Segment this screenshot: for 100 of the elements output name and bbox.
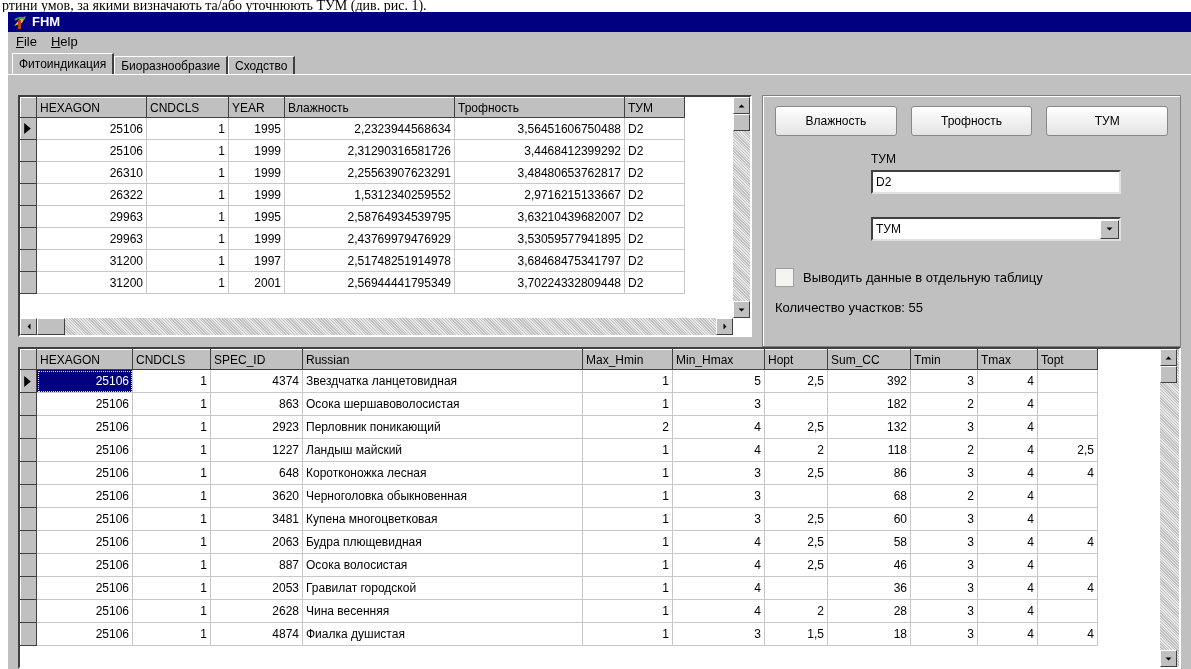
column-header[interactable]: Tmax — [977, 349, 1038, 370]
input-field[interactable]: D2 — [871, 170, 1121, 194]
column-header[interactable]: SPEC_ID — [210, 349, 303, 370]
table-cell: Чина весенняя — [302, 599, 583, 623]
row-indicator[interactable] — [20, 183, 37, 206]
scroll-left-button[interactable] — [20, 318, 37, 335]
checkbox[interactable] — [775, 268, 794, 288]
table-cell: 3,63210439682007 — [454, 205, 625, 228]
vertical-scrollbar[interactable] — [733, 97, 750, 318]
checkbox-label: Выводить данные в отдельную таблицу — [803, 269, 1043, 287]
column-header[interactable]: HEXAGON — [36, 97, 147, 118]
table-cell: 3,48480653762817 — [454, 161, 625, 184]
column-header[interactable]: Влажность — [284, 97, 455, 118]
action-button[interactable]: ТУМ — [1046, 106, 1168, 136]
row-indicator[interactable] — [20, 576, 37, 600]
row-indicator[interactable] — [20, 622, 37, 646]
scroll-thumb[interactable] — [37, 318, 65, 335]
table-cell: Ландыш майский — [302, 438, 583, 462]
scroll-down-button[interactable] — [1160, 650, 1177, 667]
table-cell: 3,70224332809448 — [454, 271, 625, 294]
table-cell: Гравилат городской — [302, 576, 583, 600]
row-indicator[interactable] — [20, 271, 37, 294]
table-cell: Осока волосистая — [302, 553, 583, 577]
table-cell: Будра плющевидная — [302, 530, 583, 554]
menu-item[interactable]: File — [14, 32, 39, 52]
scroll-thumb[interactable] — [1160, 366, 1177, 383]
up-arrow-icon — [737, 102, 746, 109]
down-arrow-icon — [1164, 655, 1173, 662]
field-label: ТУМ — [871, 151, 897, 168]
column-header[interactable]: Sum_CC — [827, 349, 911, 370]
table-cell: 2,58764934539795 — [284, 205, 455, 228]
column-header[interactable]: YEAR — [228, 97, 285, 118]
column-header[interactable]: Hopt — [764, 349, 828, 370]
row-indicator[interactable] — [20, 161, 37, 184]
row-indicator[interactable] — [20, 227, 37, 250]
app-icon — [12, 14, 28, 30]
horizontal-scrollbar[interactable] — [20, 318, 733, 335]
table-cell: 2,43769979476929 — [284, 227, 455, 250]
action-button[interactable]: Трофность — [910, 106, 1033, 136]
table-cell: 3,53059577941895 — [454, 227, 625, 250]
row-indicator[interactable] — [20, 369, 37, 393]
row-indicator[interactable] — [20, 461, 37, 485]
table-cell: 2,2323944568634 — [284, 117, 455, 140]
row-indicator[interactable] — [20, 392, 37, 416]
table-cell: 2,9716215133667 — [454, 183, 625, 206]
column-header[interactable]: Russian — [302, 349, 583, 370]
table-cell: Фиалка душистая — [302, 622, 583, 646]
row-indicator[interactable] — [20, 205, 37, 228]
scroll-thumb[interactable] — [733, 114, 750, 131]
column-header[interactable]: CNDCLS — [132, 349, 211, 370]
row-indicator[interactable] — [20, 438, 37, 462]
row-indicator[interactable] — [20, 484, 37, 508]
count-label: Количество участков: 55 — [775, 298, 925, 317]
column-header[interactable]: Min_Hmax — [672, 349, 765, 370]
row-indicator[interactable] — [20, 553, 37, 577]
table-cell: 3,4468412399292 — [454, 139, 625, 162]
action-button[interactable]: Влажность — [775, 106, 897, 136]
current-row-icon — [24, 375, 31, 387]
row-indicator[interactable] — [20, 599, 37, 623]
scroll-up-button[interactable] — [1160, 349, 1177, 366]
up-arrow-icon — [1164, 354, 1173, 361]
table-cell: Осока шершавоволосистая — [302, 392, 583, 416]
table-cell: Перловник поникающий — [302, 415, 583, 439]
current-row-icon — [24, 123, 31, 134]
row-indicator[interactable] — [20, 415, 37, 439]
column-header[interactable]: Трофность — [454, 97, 625, 118]
right-arrow-icon — [721, 322, 728, 331]
table-cell: 2,51748251914978 — [284, 249, 455, 272]
tab[interactable]: Биоразнообразие — [114, 56, 229, 74]
table-cell: 2,31290316581726 — [284, 139, 455, 162]
left-arrow-icon — [25, 322, 32, 331]
row-indicator[interactable] — [20, 530, 37, 554]
table-cell: Звездчатка ланцетовидная — [302, 369, 583, 393]
window-title: FHM — [32, 13, 61, 32]
tab[interactable]: Сходство — [228, 56, 296, 74]
scroll-down-button[interactable] — [733, 301, 750, 318]
column-header[interactable]: CNDCLS — [146, 97, 229, 118]
table-cell: Коротконожка лесная — [302, 461, 583, 485]
row-indicator[interactable] — [20, 139, 37, 162]
row-indicator[interactable] — [20, 249, 37, 272]
column-header[interactable]: HEXAGON — [36, 349, 133, 370]
column-header[interactable]: Max_Hmin — [582, 349, 673, 370]
table-cell: 3,56451606750488 — [454, 117, 625, 140]
row-indicator[interactable] — [20, 507, 37, 531]
table-cell: 1,5312340259552 — [284, 183, 455, 206]
table-cell: Купена многоцветковая — [302, 507, 583, 531]
table-cell: 2,56944441795349 — [284, 271, 455, 294]
row-indicator[interactable] — [20, 117, 37, 140]
scroll-right-button[interactable] — [716, 318, 733, 335]
column-header[interactable]: Topt — [1037, 349, 1098, 370]
scroll-up-button[interactable] — [733, 97, 750, 114]
column-header[interactable]: ТУМ — [624, 97, 685, 118]
tab[interactable]: Фитоиндикация — [12, 53, 115, 74]
vertical-scrollbar[interactable] — [1160, 349, 1179, 667]
dropdown-arrow-icon — [1105, 226, 1114, 232]
dropdown[interactable]: ТУМ — [871, 217, 1121, 241]
down-arrow-icon — [737, 306, 746, 313]
table-cell: 3,68468475341797 — [454, 249, 625, 272]
column-header[interactable]: Tmin — [910, 349, 978, 370]
menu-item[interactable]: Help — [48, 32, 80, 52]
